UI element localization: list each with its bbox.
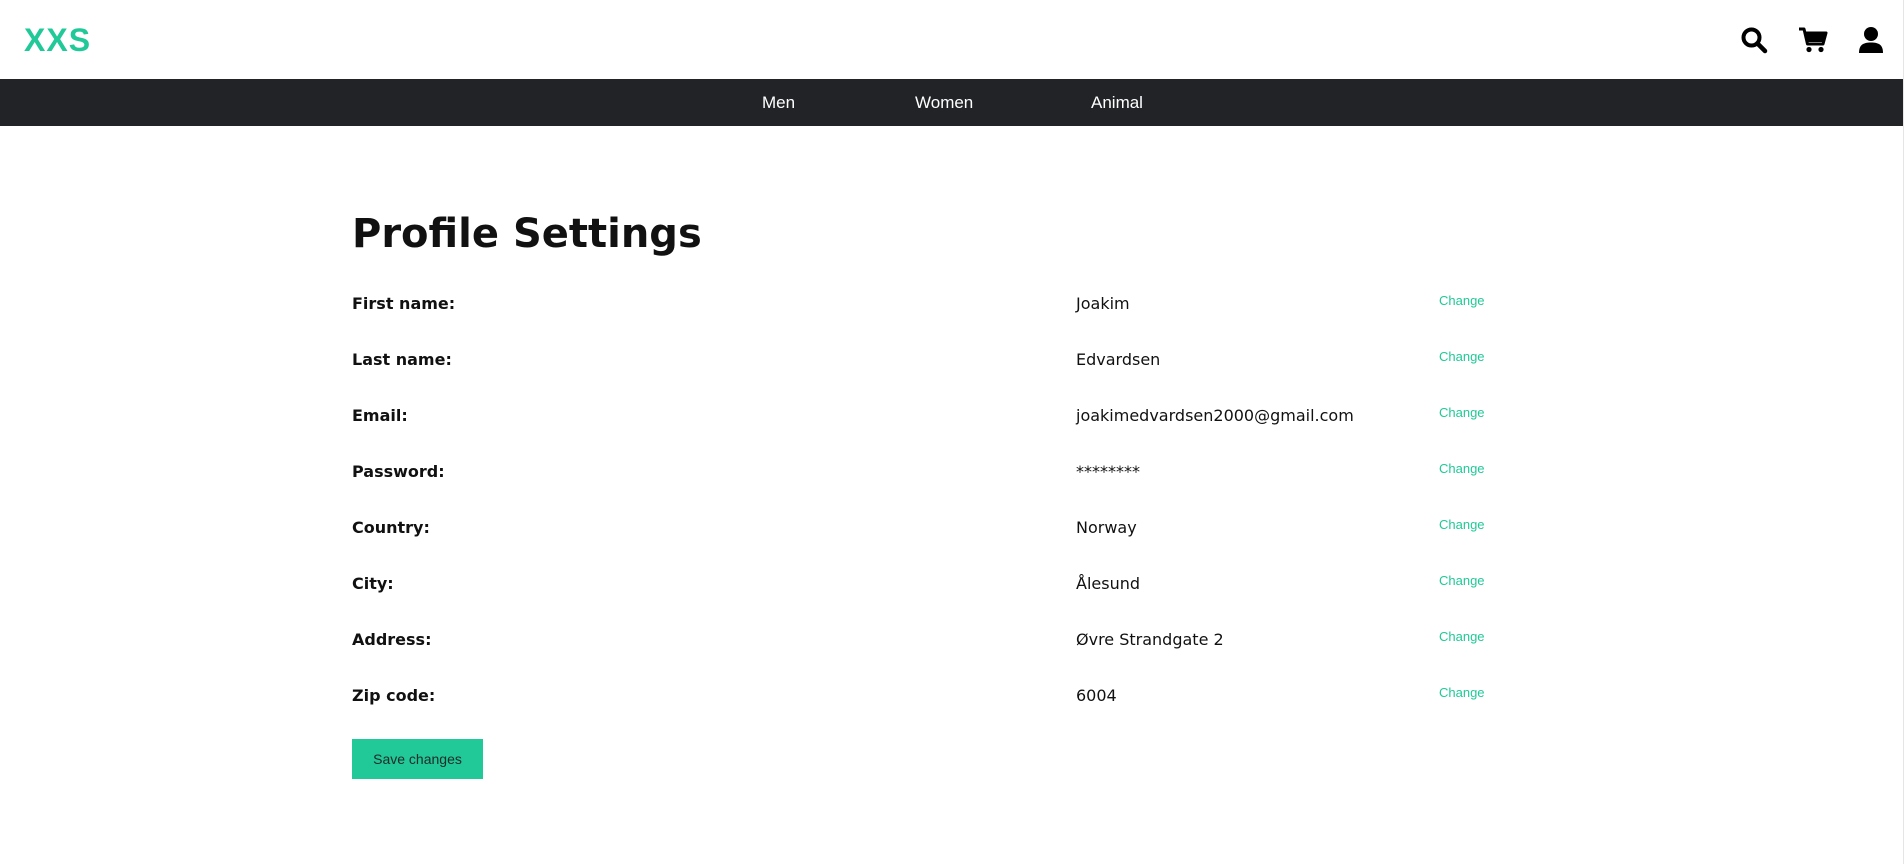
change-country-link[interactable]: Change	[1439, 517, 1485, 532]
field-row-zip-code: Zip code: 6004 Change	[352, 682, 1492, 710]
nav-item-animal[interactable]: Animal	[1091, 79, 1143, 126]
page-title: Profile Settings	[352, 211, 702, 257]
user-icon[interactable]	[1851, 20, 1891, 60]
field-label: First name:	[352, 294, 456, 313]
search-icon[interactable]	[1734, 20, 1774, 60]
field-value: 6004	[1076, 686, 1117, 705]
field-row-password: Password: ******** Change	[352, 458, 1492, 486]
change-email-link[interactable]: Change	[1439, 405, 1485, 420]
header: XXS	[0, 0, 1904, 79]
save-changes-button[interactable]: Save changes	[352, 739, 483, 779]
header-icons	[1704, 20, 1904, 60]
nav-item-men[interactable]: Men	[762, 79, 795, 126]
main-nav: Men Women Animal	[0, 79, 1904, 126]
field-value: Øvre Strandgate 2	[1076, 630, 1224, 649]
field-row-city: City: Ålesund Change	[352, 570, 1492, 598]
field-row-country: Country: Norway Change	[352, 514, 1492, 542]
change-address-link[interactable]: Change	[1439, 629, 1485, 644]
cart-icon[interactable]	[1793, 20, 1833, 60]
change-last-name-link[interactable]: Change	[1439, 349, 1485, 364]
field-label: Last name:	[352, 350, 452, 369]
field-row-address: Address: Øvre Strandgate 2 Change	[352, 626, 1492, 654]
field-label: Password:	[352, 462, 445, 481]
field-value: joakimedvardsen2000@gmail.com	[1076, 406, 1354, 425]
field-label: Zip code:	[352, 686, 436, 705]
logo[interactable]: XXS	[24, 22, 91, 58]
field-value: Edvardsen	[1076, 350, 1161, 369]
field-value: Ålesund	[1076, 574, 1141, 593]
field-label: Email:	[352, 406, 408, 425]
page: XXS Men Women Animal Profile Settings Fi…	[0, 0, 1904, 864]
field-label: Address:	[352, 630, 432, 649]
change-first-name-link[interactable]: Change	[1439, 293, 1485, 308]
field-value: ********	[1076, 462, 1140, 481]
field-row-email: Email: joakimedvardsen2000@gmail.com Cha…	[352, 402, 1492, 430]
field-row-first-name: First name: Joakim Change	[352, 290, 1492, 318]
nav-item-women[interactable]: Women	[915, 79, 973, 126]
change-city-link[interactable]: Change	[1439, 573, 1485, 588]
change-password-link[interactable]: Change	[1439, 461, 1485, 476]
field-label: Country:	[352, 518, 430, 537]
field-value: Joakim	[1076, 294, 1130, 313]
field-label: City:	[352, 574, 394, 593]
field-row-last-name: Last name: Edvardsen Change	[352, 346, 1492, 374]
change-zip-code-link[interactable]: Change	[1439, 685, 1485, 700]
field-value: Norway	[1076, 518, 1137, 537]
